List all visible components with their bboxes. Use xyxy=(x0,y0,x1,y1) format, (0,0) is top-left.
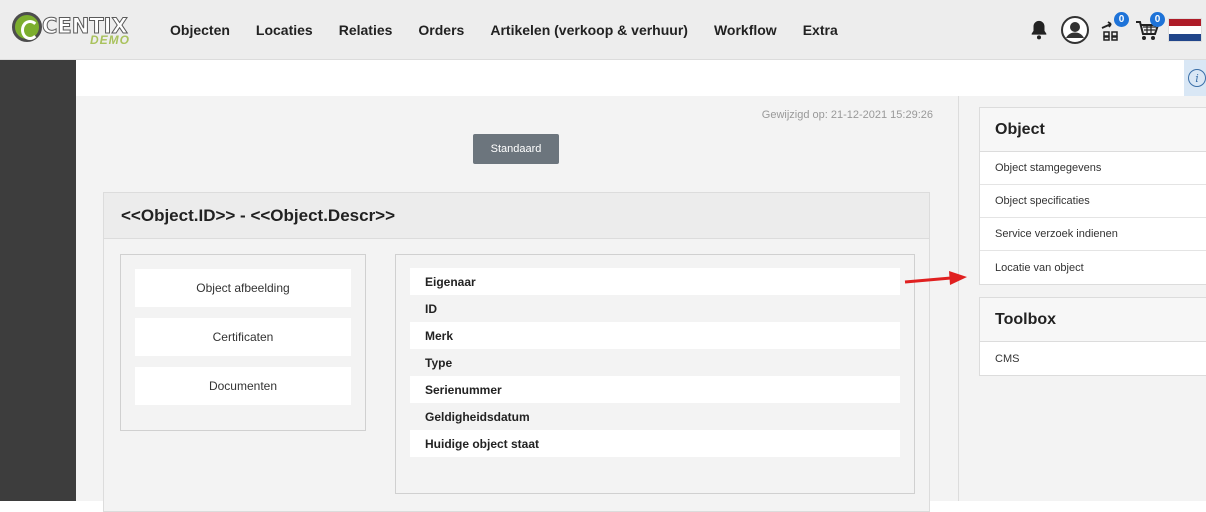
info-icon: i xyxy=(1188,69,1206,87)
object-menu-title: Object xyxy=(980,108,1206,152)
main-content: Gewijzigd op: 21-12-2021 15:29:26 Standa… xyxy=(76,96,958,512)
compare-icon[interactable]: 0 xyxy=(1096,12,1129,45)
flag-stripe-white xyxy=(1169,26,1201,34)
standaard-button[interactable]: Standaard xyxy=(473,134,559,164)
nav-item-workflow[interactable]: Workflow xyxy=(714,22,777,38)
logo-subtitle: DEMO xyxy=(90,33,130,47)
right-sidebar: Object Object stamgegevens Object specif… xyxy=(958,96,1206,501)
bell-icon[interactable] xyxy=(1024,15,1054,45)
top-navbar: CENTIX DEMO Objecten Locaties Relaties O… xyxy=(0,0,1206,60)
header-icons: 0 0 xyxy=(1024,0,1206,60)
certificaten-button[interactable]: Certificaten xyxy=(135,318,351,356)
sub-toolbar xyxy=(76,60,1206,96)
object-fields-panel: Eigenaar ID Merk Type Serienummer Geldig… xyxy=(395,254,915,494)
nav-item-objecten[interactable]: Objecten xyxy=(170,22,230,38)
modified-timestamp: Gewijzigd op: 21-12-2021 15:29:26 xyxy=(761,109,933,121)
flag-stripe-red xyxy=(1169,19,1201,27)
cart-badge: 0 xyxy=(1150,12,1165,27)
nav-item-extra[interactable]: Extra xyxy=(803,22,838,38)
object-afbeelding-button[interactable]: Object afbeelding xyxy=(135,269,351,307)
menu-service-verzoek[interactable]: Service verzoek indienen xyxy=(980,218,1206,251)
nav-item-relaties[interactable]: Relaties xyxy=(339,22,393,38)
flag-stripe-blue xyxy=(1169,33,1201,41)
toolbox-title: Toolbox xyxy=(980,298,1206,342)
menu-object-specificaties[interactable]: Object specificaties xyxy=(980,185,1206,218)
menu-locatie-van-object[interactable]: Locatie van object xyxy=(980,251,1206,284)
toolbox-panel: Toolbox CMS xyxy=(979,297,1206,376)
centix-logo[interactable]: CENTIX DEMO xyxy=(8,6,130,52)
nav-item-locaties[interactable]: Locaties xyxy=(256,22,313,38)
menu-object-stamgegevens[interactable]: Object stamgegevens xyxy=(980,152,1206,185)
left-sidebar xyxy=(0,60,76,501)
field-eigenaar: Eigenaar xyxy=(410,268,900,295)
field-serienummer: Serienummer xyxy=(410,376,900,403)
object-card: <<Object.ID>> - <<Object.Descr>> Object … xyxy=(103,192,930,512)
main-nav: Objecten Locaties Relaties Orders Artike… xyxy=(170,0,864,60)
object-links-panel: Object afbeelding Certificaten Documente… xyxy=(120,254,366,431)
user-icon[interactable] xyxy=(1060,15,1090,45)
field-type: Type xyxy=(410,349,900,376)
info-button[interactable]: i xyxy=(1184,60,1206,96)
cart-icon[interactable]: 0 xyxy=(1132,12,1165,45)
documenten-button[interactable]: Documenten xyxy=(135,367,351,405)
field-list: Eigenaar ID Merk Type Serienummer Geldig… xyxy=(410,268,900,457)
nav-item-orders[interactable]: Orders xyxy=(418,22,464,38)
field-huidige-object-staat: Huidige object staat xyxy=(410,430,900,457)
object-menu-panel: Object Object stamgegevens Object specif… xyxy=(979,107,1206,285)
field-merk: Merk xyxy=(410,322,900,349)
red-arrow-icon xyxy=(904,271,967,285)
field-geldigheidsdatum: Geldigheidsdatum xyxy=(410,403,900,430)
compare-badge: 0 xyxy=(1114,12,1129,27)
card-title: <<Object.ID>> - <<Object.Descr>> xyxy=(104,193,929,239)
nav-item-artikelen[interactable]: Artikelen (verkoop & verhuur) xyxy=(490,22,688,38)
logo-mark-icon xyxy=(12,12,42,42)
flag-nl-icon[interactable] xyxy=(1168,18,1202,42)
field-id: ID xyxy=(410,295,900,322)
menu-cms[interactable]: CMS xyxy=(980,342,1206,375)
